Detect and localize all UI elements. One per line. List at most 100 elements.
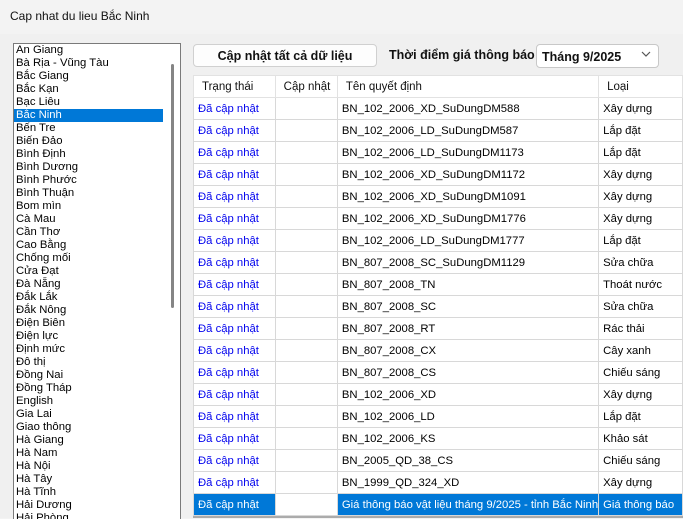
province-item[interactable]: Bình Thuận: [14, 187, 163, 200]
status-cell[interactable]: Đã cập nhật: [193, 295, 276, 318]
type-cell[interactable]: Xây dựng: [598, 383, 683, 406]
province-item[interactable]: Hà Giang: [14, 434, 163, 447]
decision-name-cell[interactable]: BN_102_2006_LD_SuDungDM1173: [336, 141, 600, 164]
update-cell[interactable]: [274, 207, 338, 230]
decision-name-cell[interactable]: BN_102_2006_KS: [336, 427, 600, 450]
decision-name-cell[interactable]: BN_807_2008_TN: [336, 273, 600, 296]
decision-name-cell[interactable]: BN_102_2006_XD_SuDungDM1172: [336, 163, 600, 186]
decision-name-cell[interactable]: BN_102_2006_XD_SuDungDM1776: [336, 207, 600, 230]
table-row[interactable]: Đã cập nhật BN_807_2008_RT Rác thải: [193, 317, 683, 340]
province-item[interactable]: Hà Nam: [14, 447, 163, 460]
table-row[interactable]: Đã cập nhật BN_807_2008_CX Cây xanh: [193, 339, 683, 362]
table-row[interactable]: Đã cập nhật BN_102_2006_LD_SuDungDM1173 Lắ…: [193, 141, 683, 164]
type-cell[interactable]: Xây dựng: [598, 163, 683, 186]
province-item[interactable]: Gia Lai: [14, 408, 163, 421]
table-row[interactable]: Đã cập nhật BN_102_2006_XD_SuDungDM588 Xây…: [193, 97, 683, 120]
decision-name-cell[interactable]: BN_807_2008_RT: [336, 317, 600, 340]
status-cell[interactable]: Đã cập nhật: [193, 471, 276, 494]
province-item[interactable]: Đắk Lắk: [14, 291, 163, 304]
update-cell[interactable]: [274, 295, 338, 318]
status-cell[interactable]: Đã cập nhật: [193, 251, 276, 274]
type-cell[interactable]: Giá thông báo: [598, 493, 683, 516]
table-row[interactable]: Đã cập nhật BN_102_2006_XD_SuDungDM1091 Xâ…: [193, 185, 683, 208]
update-cell[interactable]: [274, 493, 338, 516]
update-cell[interactable]: [274, 449, 338, 472]
status-cell[interactable]: Đã cập nhật: [193, 119, 276, 142]
province-item[interactable]: Hà Nội: [14, 460, 163, 473]
status-cell[interactable]: Đã cập nhật: [193, 449, 276, 472]
province-item[interactable]: Bà Rịa - Vũng Tàu: [14, 57, 163, 70]
province-item[interactable]: English: [14, 395, 163, 408]
province-item[interactable]: Điện lực: [14, 330, 163, 343]
decision-name-cell[interactable]: BN_2005_QD_38_CS: [336, 449, 600, 472]
province-item[interactable]: Cà Mau: [14, 213, 163, 226]
decision-name-cell[interactable]: BN_807_2008_SC_SuDungDM1129: [336, 251, 600, 274]
province-item[interactable]: Đồng Tháp: [14, 382, 163, 395]
province-item[interactable]: Đắk Nông: [14, 304, 163, 317]
decision-name-cell[interactable]: BN_102_2006_LD_SuDungDM587: [336, 119, 600, 142]
scrollbar-thumb[interactable]: [171, 64, 174, 308]
update-cell[interactable]: [274, 361, 338, 384]
status-cell[interactable]: Đã cập nhật: [193, 141, 276, 164]
province-item[interactable]: Bắc Kạn: [14, 83, 163, 96]
province-item[interactable]: Bình Định: [14, 148, 163, 161]
table-row[interactable]: Đã cập nhật BN_807_2008_TN Thoát nước: [193, 273, 683, 296]
type-cell[interactable]: Rác thải: [598, 317, 683, 340]
type-cell[interactable]: Sửa chữa: [598, 251, 683, 274]
province-item[interactable]: Chống mối: [14, 252, 163, 265]
type-cell[interactable]: Xây dựng: [598, 207, 683, 230]
province-item[interactable]: Cần Thơ: [14, 226, 163, 239]
province-list-scrollbar[interactable]: [165, 44, 180, 519]
type-cell[interactable]: Chiếu sáng: [598, 361, 683, 384]
table-row[interactable]: Đã cập nhật BN_2005_QD_38_CS Chiếu sáng: [193, 449, 683, 472]
table-row[interactable]: Đã cập nhật BN_807_2008_SC_SuDungDM1129 Sử…: [193, 251, 683, 274]
table-row[interactable]: Đã cập nhật Giá thông báo vật liệu tháng …: [193, 493, 683, 516]
update-cell[interactable]: [274, 339, 338, 362]
update-cell[interactable]: [274, 163, 338, 186]
update-cell[interactable]: [274, 119, 338, 142]
province-item[interactable]: Hà Tây: [14, 473, 163, 486]
province-item[interactable]: An Giang: [14, 44, 163, 57]
province-item[interactable]: Bình Phước: [14, 174, 163, 187]
province-item[interactable]: Định mức: [14, 343, 163, 356]
update-all-button[interactable]: Cập nhật tất cả dữ liệu: [193, 44, 377, 67]
update-cell[interactable]: [274, 251, 338, 274]
table-row[interactable]: Đã cập nhật BN_102_2006_KS Khảo sát: [193, 427, 683, 450]
status-cell[interactable]: Đã cập nhật: [193, 97, 276, 120]
type-cell[interactable]: Xây dựng: [598, 471, 683, 494]
update-cell[interactable]: [274, 317, 338, 340]
table-row[interactable]: Đã cập nhật BN_1999_QD_324_XD Xây dựng: [193, 471, 683, 494]
province-item[interactable]: Bắc Ninh: [14, 109, 163, 122]
type-cell[interactable]: Lắp đặt: [598, 141, 683, 164]
status-cell[interactable]: Đã cập nhật: [193, 185, 276, 208]
province-item[interactable]: Hà Tĩnh: [14, 486, 163, 499]
type-cell[interactable]: Xây dựng: [598, 97, 683, 120]
status-cell[interactable]: Đã cập nhật: [193, 493, 276, 516]
table-row[interactable]: Đã cập nhật BN_102_2006_LD Lắp đặt: [193, 405, 683, 428]
update-cell[interactable]: [274, 273, 338, 296]
status-cell[interactable]: Đã cập nhật: [193, 405, 276, 428]
update-cell[interactable]: [274, 405, 338, 428]
month-dropdown[interactable]: Tháng 9/2025: [536, 44, 659, 68]
status-cell[interactable]: Đã cập nhật: [193, 317, 276, 340]
province-item[interactable]: Hải Dương: [14, 499, 163, 512]
province-item[interactable]: Bến Tre: [14, 122, 163, 135]
update-cell[interactable]: [274, 141, 338, 164]
status-cell[interactable]: Đã cập nhật: [193, 163, 276, 186]
update-cell[interactable]: [274, 427, 338, 450]
type-cell[interactable]: Lắp đặt: [598, 119, 683, 142]
table-row[interactable]: Đã cập nhật BN_102_2006_LD_SuDungDM587 Lắp…: [193, 119, 683, 142]
status-cell[interactable]: Đã cập nhật: [193, 383, 276, 406]
type-cell[interactable]: Thoát nước: [598, 273, 683, 296]
table-row[interactable]: Đã cập nhật BN_102_2006_XD_SuDungDM1172 Xâ…: [193, 163, 683, 186]
type-cell[interactable]: Lắp đặt: [598, 229, 683, 252]
table-row[interactable]: Đã cập nhật BN_807_2008_SC Sửa chữa: [193, 295, 683, 318]
decision-name-cell[interactable]: Giá thông báo vật liệu tháng 9/2025 - tỉ…: [336, 493, 600, 516]
province-item[interactable]: Bình Dương: [14, 161, 163, 174]
update-cell[interactable]: [274, 471, 338, 494]
update-cell[interactable]: [274, 185, 338, 208]
province-item[interactable]: Giao thông: [14, 421, 163, 434]
decision-name-cell[interactable]: BN_102_2006_XD: [336, 383, 600, 406]
decision-name-cell[interactable]: BN_807_2008_CS: [336, 361, 600, 384]
update-cell[interactable]: [274, 383, 338, 406]
